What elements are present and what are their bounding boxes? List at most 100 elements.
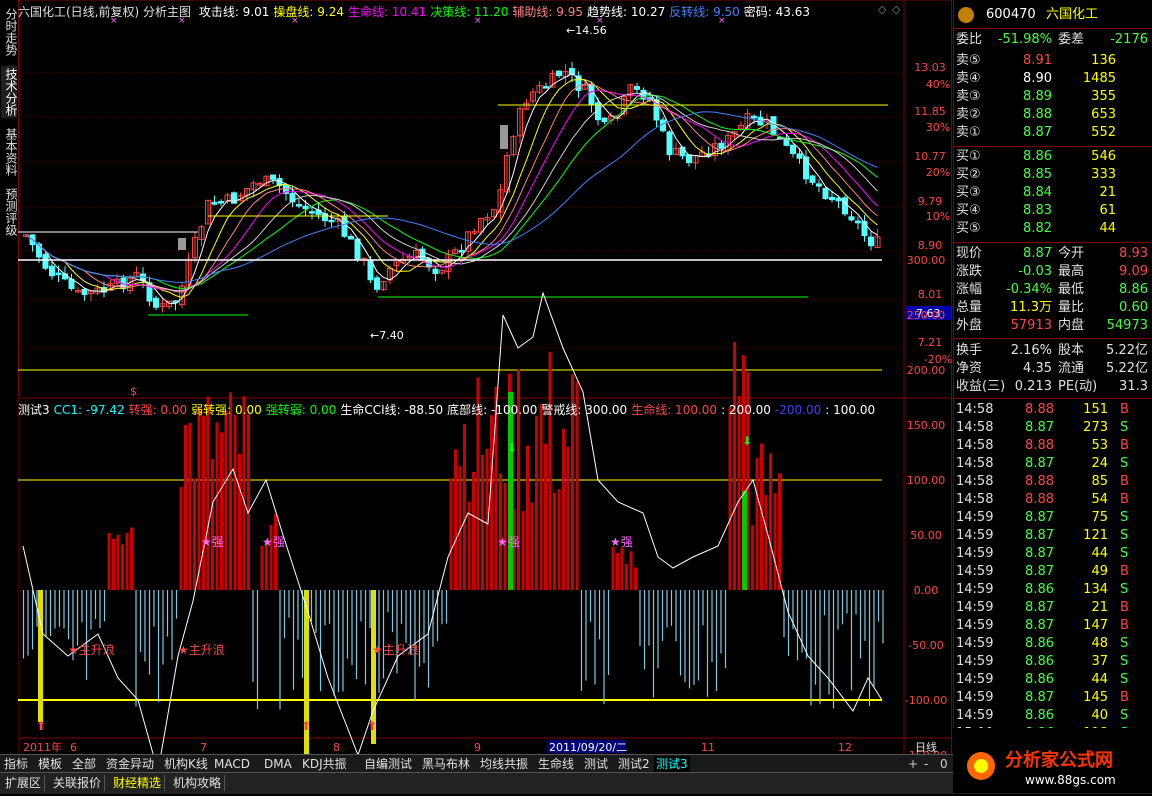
indicator-legend-item: : 200.00 [721,403,771,417]
tab-14[interactable]: 测试3 [654,756,690,772]
vtab-rating[interactable]: 预测评级 [1,186,18,238]
price: 8.87 [1023,125,1052,140]
tick-row: 14:59 8.86 37 S [954,653,1152,671]
tab-5[interactable]: MACD [212,756,252,772]
stat-row: 总量 11.3万 量比 0.60 [954,299,1152,317]
histogram-bar-positive [229,392,232,590]
tab-12[interactable]: 测试 [582,756,610,772]
tick-time: 14:59 [956,564,994,579]
nav-button[interactable]: - [922,756,930,772]
marker-box [500,125,508,149]
histogram-bar-positive [215,422,219,590]
sell-level-row: 卖⑤ 8.91 136 [954,52,1152,70]
tick-row: 14:58 8.87 24 S [954,455,1152,473]
value: 8.93 [1119,246,1148,261]
histogram-bar-positive [526,445,529,590]
ext-tab-2[interactable]: 财经精选 [110,775,166,791]
value: -51.98% [997,32,1052,47]
indicator-axis-label: 0.00 [914,584,939,597]
indicator-legend-item: 弱转强: 0.00 [191,403,262,417]
tab-2[interactable]: 全部 [70,756,98,772]
tab-6[interactable]: DMA [262,756,294,772]
vtab-fundamentals[interactable]: 基本资料 [1,126,18,178]
ext-tab-0[interactable]: 扩展区 [2,775,46,791]
volume: 552 [1091,125,1116,140]
kline-chart[interactable]: ◇ ◇13.0311.8510.779.798.908.017.2140%30%2… [18,0,952,770]
candle-body [302,205,309,210]
vtab-intraday[interactable]: 分时走势 [1,6,18,58]
volume: 355 [1091,89,1116,104]
tick-time: 14:59 [956,690,994,705]
tick-price: 8.88 [1025,402,1054,417]
vtab-technical[interactable]: 技术分析 [1,66,18,118]
tick-volume: 48 [1091,636,1108,651]
ext-tab-1[interactable]: 关联报价 [50,775,106,791]
candle-body [601,117,608,123]
nav-button[interactable]: 0 [938,756,950,772]
tab-13[interactable]: 测试2 [616,756,652,772]
sell-level-row: 卖③ 8.89 355 [954,88,1152,106]
main-wave-label: ★主升浪 [372,642,419,657]
tab-11[interactable]: 生命线 [536,756,576,772]
tab-7[interactable]: KDJ共振 [300,756,349,772]
candle-body [809,175,816,183]
tick-direction: B [1120,618,1129,633]
low-annotation: ←7.40 [370,329,404,342]
tick-direction: B [1120,474,1129,489]
strong-label: ★强 [610,535,633,549]
ext-tab-3[interactable]: 机构攻略 [170,775,226,791]
candle-body [211,201,218,205]
quote-panel: 600470 六国化工 委比 -51.98% 委差 -2176 卖⑤ 8.91 136 卖④ 8.9… [953,0,1152,770]
down-arrow-icon: ⬇ [742,434,752,448]
tick-direction: S [1120,654,1129,669]
label: 流通 [1058,361,1085,376]
histogram-bar-positive [242,396,246,590]
candle-body [588,83,595,106]
candle-body [374,277,380,290]
histogram-bar-positive [130,527,133,590]
tab-10[interactable]: 均线共振 [478,756,530,772]
date-label: 8 [333,741,340,754]
tick-volume: 21 [1091,600,1108,615]
histogram-bar-positive [121,544,124,590]
histogram-bar-positive [535,415,538,590]
up-arrow-icon: ⬆ [301,719,311,733]
histogram-bar-positive [265,542,268,590]
strong-label: ★强 [262,535,285,549]
tab-8[interactable]: 自编测试 [362,756,414,772]
tab-4[interactable]: 机构K线 [162,756,210,772]
legend-item: 密码: 43.63 [743,5,811,19]
tab-9[interactable]: 黑马布林 [420,756,472,772]
tick-time: 14:58 [956,474,994,489]
up-arrow-icon: ⬆ [367,719,377,733]
histogram-bar-positive [274,513,277,590]
tab-3[interactable]: 资金异动 [104,756,156,772]
volume: 653 [1091,107,1116,122]
tick-direction: S [1120,636,1129,651]
label: 总量 [956,300,983,315]
label: 涨跌 [956,264,983,279]
tab-0[interactable]: 指标 [2,756,30,772]
nav-button[interactable]: + [906,756,920,772]
down-arrow-icon: ⬇ [507,441,517,455]
candle-body [328,219,335,223]
site-logo: 分析家公式网 www.88gs.com [953,728,1152,793]
histogram-bar-positive [728,406,732,590]
date-label: 6 [70,741,77,754]
histogram-bar-positive [620,547,624,590]
tab-1[interactable]: 模板 [36,756,64,772]
indicator-legend-item: 转强: 0.00 [128,403,188,417]
tick-row: 14:59 8.87 147 B [954,617,1152,635]
label: 买④ [956,203,981,218]
tick-price: 8.87 [1025,420,1054,435]
tick-row: 14:58 8.88 151 B [954,401,1152,419]
indicator-axis-label: -100.00 [905,694,947,707]
histogram-bar-positive [557,489,561,590]
tick-price: 8.86 [1025,672,1054,687]
signal-bar-green [508,392,513,590]
indicator-legend: 测试3 CC1: -97.42 转强: 0.00 弱转强: 0.00 强转弱: 0.00… [18,401,888,417]
value: 54973 [1106,318,1148,333]
moving-average-line [25,73,878,305]
label: 换手 [956,343,983,358]
percent-label: 40% [926,78,950,91]
